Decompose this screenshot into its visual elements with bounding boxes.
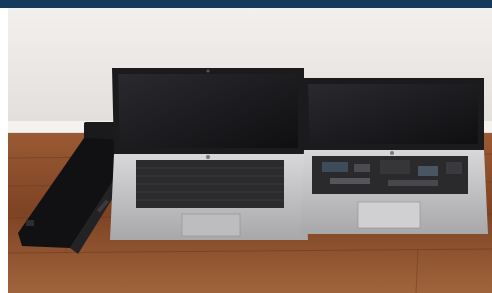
keyboard-left [136, 160, 284, 208]
touchpad-left [181, 213, 241, 237]
header-bar [0, 0, 492, 8]
image-frame [0, 0, 492, 293]
laptop-right [300, 78, 488, 234]
photo-scene [8, 8, 492, 293]
laptop-left [110, 68, 308, 240]
exposed-internals [312, 156, 468, 194]
photo [8, 8, 492, 293]
touchpad-right [357, 201, 421, 229]
